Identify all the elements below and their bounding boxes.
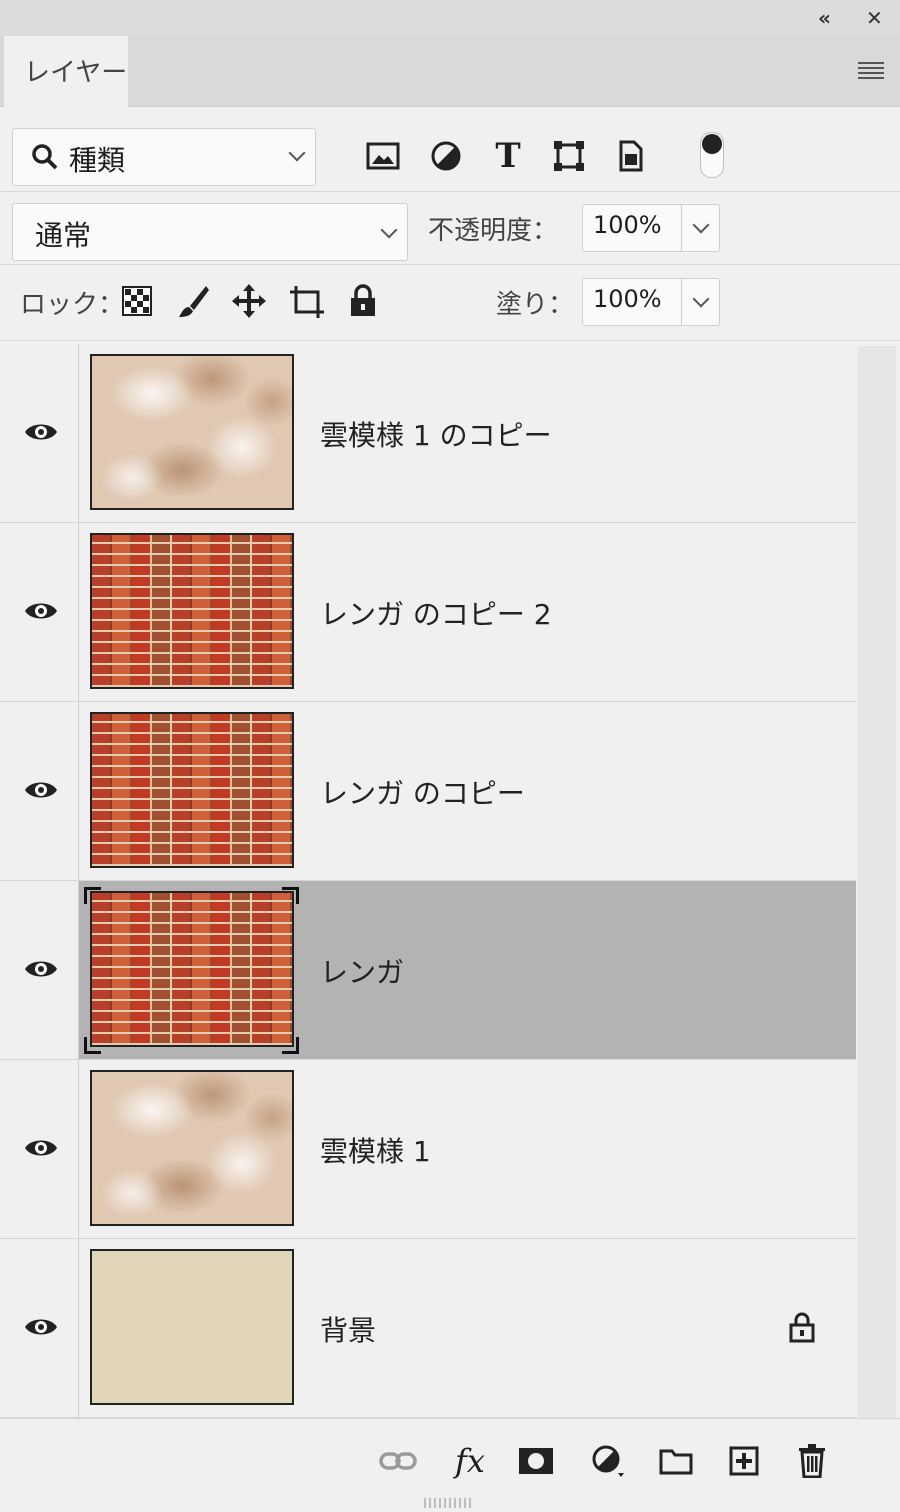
lock-all-icon[interactable]: [348, 284, 378, 322]
visibility-eye-icon[interactable]: [24, 1136, 58, 1160]
tab-layers[interactable]: レイヤー: [4, 36, 128, 107]
layer-row[interactable]: レンガ のコピー: [0, 702, 856, 881]
layer-name[interactable]: 雲模様 1 のコピー: [320, 414, 552, 454]
adjustment-filter-icon[interactable]: [426, 136, 466, 176]
visibility-eye-icon[interactable]: [24, 957, 58, 981]
layer-thumbnail[interactable]: [90, 1249, 294, 1405]
visibility-eye-icon[interactable]: [24, 778, 58, 802]
layer-thumbnail[interactable]: [90, 354, 294, 510]
scrollbar-track[interactable]: [858, 346, 896, 1418]
thumbnail-selection-corner: [282, 1037, 299, 1054]
divider: [0, 340, 900, 341]
fill-field[interactable]: 100%: [582, 278, 720, 326]
chevron-down-icon[interactable]: [692, 216, 710, 234]
visibility-cell[interactable]: [0, 881, 79, 1059]
close-panel-icon[interactable]: ✕: [866, 6, 883, 30]
layer-thumbnail[interactable]: [90, 712, 294, 868]
toggle-knob: [702, 134, 722, 154]
filter-toggle-switch[interactable]: [700, 132, 724, 178]
visibility-cell[interactable]: [0, 1060, 79, 1238]
layer-name[interactable]: 背景: [320, 1309, 376, 1349]
panel-title-bar: « ✕: [0, 0, 900, 36]
thumbnail-selection-corner: [84, 887, 101, 904]
visibility-cell[interactable]: [0, 523, 79, 701]
collapse-panel-icon[interactable]: «: [818, 6, 831, 30]
visibility-cell[interactable]: [0, 702, 79, 880]
layer-name[interactable]: 雲模様 1: [320, 1130, 431, 1170]
new-layer-icon[interactable]: [724, 1441, 764, 1481]
layer-row[interactable]: 背景: [0, 1239, 856, 1418]
filter-kind-dropdown[interactable]: 種類: [12, 128, 316, 186]
chevron-down-icon: [380, 221, 398, 239]
visibility-eye-icon[interactable]: [24, 1315, 58, 1339]
blend-mode-value: 通常: [35, 219, 92, 252]
fill-label: 塗り：: [496, 290, 575, 320]
add-mask-icon[interactable]: [516, 1441, 556, 1481]
layer-name[interactable]: レンガ のコピー 2: [320, 593, 552, 633]
tab-row: レイヤー: [0, 36, 900, 107]
chevron-down-icon: [288, 144, 306, 162]
layer-thumbnail[interactable]: [90, 1070, 294, 1226]
shape-filter-icon[interactable]: [549, 136, 589, 176]
layer-thumbnail[interactable]: [90, 533, 294, 689]
visibility-eye-icon[interactable]: [24, 599, 58, 623]
lock-position-icon[interactable]: [232, 284, 266, 322]
lock-transparent-pixels-icon[interactable]: [122, 286, 152, 320]
layer-row[interactable]: レンガ のコピー 2: [0, 523, 856, 702]
tab-layers-label: レイヤー: [24, 58, 128, 88]
new-adjustment-layer-icon[interactable]: [588, 1441, 628, 1481]
visibility-eye-icon[interactable]: [24, 420, 58, 444]
panel-menu-icon[interactable]: [858, 60, 884, 80]
image-filter-icon[interactable]: [363, 136, 403, 176]
fx-label: fx: [455, 1442, 485, 1480]
divider: [0, 191, 900, 192]
layer-lock-icon[interactable]: [788, 1311, 816, 1343]
search-icon: [32, 144, 58, 170]
type-filter-icon[interactable]: T: [488, 136, 528, 176]
lock-artboard-icon[interactable]: [288, 284, 326, 324]
opacity-label: 不透明度：: [428, 216, 559, 246]
layer-row[interactable]: レンガ: [0, 881, 856, 1060]
chevron-down-icon[interactable]: [692, 290, 710, 308]
thumbnail-selection-corner: [84, 1037, 101, 1054]
opacity-field[interactable]: 100%: [582, 204, 720, 252]
layer-thumbnail[interactable]: [90, 891, 294, 1047]
layer-name[interactable]: レンガ: [320, 951, 404, 991]
lock-image-pixels-icon[interactable]: [176, 284, 210, 324]
layer-style-fx-icon[interactable]: fx: [450, 1441, 490, 1481]
lock-label: ロック：: [20, 290, 125, 320]
layers-toolbar: fx: [0, 1418, 900, 1512]
blend-mode-dropdown[interactable]: 通常: [12, 203, 408, 261]
delete-layer-trash-icon[interactable]: [792, 1441, 832, 1481]
filter-kind-label: 種類: [69, 144, 126, 177]
resize-grip-icon[interactable]: [424, 1493, 474, 1508]
new-group-folder-icon[interactable]: [656, 1441, 696, 1481]
opacity-value: 100%: [593, 211, 662, 239]
visibility-cell[interactable]: [0, 344, 79, 522]
fill-value: 100%: [593, 285, 662, 313]
visibility-cell[interactable]: [0, 1239, 79, 1417]
layer-name[interactable]: レンガ のコピー: [320, 772, 525, 812]
layer-row[interactable]: 雲模様 1 のコピー: [0, 344, 856, 523]
thumbnail-selection-corner: [282, 887, 299, 904]
divider: [0, 264, 900, 265]
smart-object-filter-icon[interactable]: [611, 136, 651, 176]
link-layers-icon[interactable]: [378, 1441, 418, 1481]
layer-row[interactable]: 雲模様 1: [0, 1060, 856, 1239]
